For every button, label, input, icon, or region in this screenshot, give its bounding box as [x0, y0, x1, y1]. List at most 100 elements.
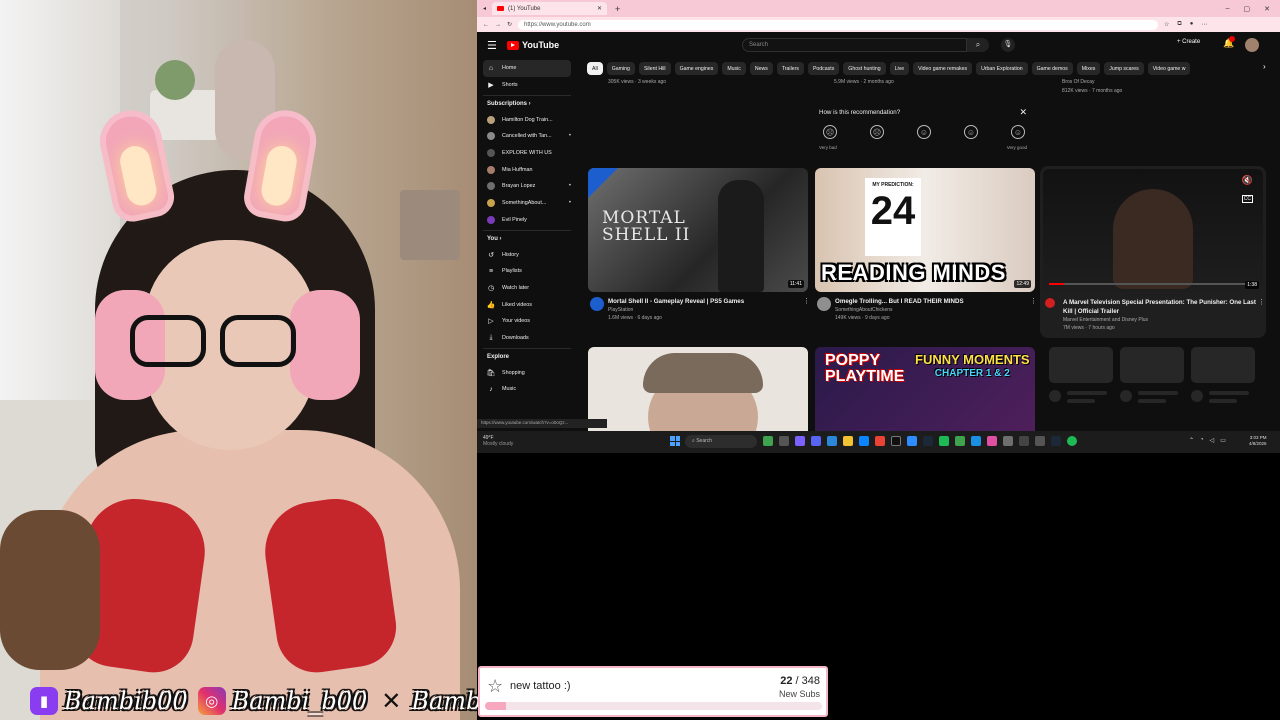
steam-icon[interactable]	[923, 436, 933, 446]
new-tab-icon[interactable]: +	[615, 4, 620, 14]
video-thumbnail[interactable]: MY PREDICTION: 24 READING MINDS 12:49	[815, 168, 1035, 292]
sidebar-sub-1[interactable]: Hamilton Dog Train...	[483, 111, 571, 128]
app-icon[interactable]	[763, 436, 773, 446]
app-icon[interactable]	[987, 436, 997, 446]
taskbar-search[interactable]: ⌕ Search	[685, 435, 757, 448]
taskbar-clock[interactable]: 3:03 PM 4/8/2026	[1249, 435, 1267, 447]
spotify-icon[interactable]	[1067, 436, 1077, 446]
chip-music[interactable]: Music	[722, 62, 746, 75]
browser-menu-icon[interactable]: ⋯	[1201, 21, 1207, 28]
address-bar[interactable]: https://www.youtube.com	[518, 19, 1159, 30]
more-options-icon[interactable]: ⋮	[1258, 298, 1265, 306]
reload-icon[interactable]: ↻	[507, 21, 512, 28]
app-icon[interactable]	[795, 436, 805, 446]
chip-podcasts[interactable]: Podcasts	[807, 62, 840, 75]
sidebar-section-subscriptions[interactable]: Subscriptions ›	[483, 95, 571, 111]
account-avatar[interactable]	[1245, 38, 1259, 52]
sidebar-sub-3[interactable]: EXPLORE WITH US	[483, 145, 571, 162]
video-card[interactable]: MORTAL SHELL II 11:41 Mortal Shell II - …	[588, 168, 810, 322]
video-card[interactable]: MY PREDICTION: 24 READING MINDS 12:49 Om…	[815, 168, 1037, 322]
close-icon[interactable]: ✕	[1019, 107, 1027, 118]
chip-trailers[interactable]: Trailers	[776, 62, 804, 75]
sidebar-item-music[interactable]: ♪ Music	[483, 381, 571, 398]
search-button[interactable]: ⌕	[967, 38, 989, 52]
sidebar-sub-5[interactable]: Brayan Lopez •	[483, 178, 571, 195]
chip-silent-hill[interactable]: Silent Hill	[638, 62, 671, 75]
video-thumbnail[interactable]: MORTAL SHELL II 11:41	[588, 168, 808, 292]
chip-ghost-hunting[interactable]: Ghost hunting	[843, 62, 886, 75]
sidebar-item-liked[interactable]: 👍 Liked videos	[483, 296, 571, 313]
chip-video-game-w[interactable]: Video game w	[1147, 62, 1191, 75]
back-icon[interactable]: ←	[483, 22, 489, 28]
video-title[interactable]: A Marvel Television Special Presentation…	[1063, 298, 1263, 316]
app-icon[interactable]	[1003, 436, 1013, 446]
sidebar-sub-4[interactable]: Mia Huffman	[483, 161, 571, 178]
chip-game-engines[interactable]: Game engines	[674, 62, 719, 75]
chip-jump-scares[interactable]: Jump scares	[1104, 62, 1144, 75]
neutral-face-icon[interactable]: ☺	[917, 125, 931, 139]
sidebar-item-home[interactable]: ⌂ Home	[483, 60, 571, 77]
tiktok-icon[interactable]	[891, 436, 901, 446]
video-title[interactable]: Mortal Shell II - Gameplay Reveal | PS5 …	[608, 297, 808, 306]
folder-icon[interactable]	[843, 436, 853, 446]
profile-icon[interactable]: ●	[1190, 21, 1194, 28]
sidebar-item-downloads[interactable]: ⤓ Downloads	[483, 330, 571, 347]
battery-icon[interactable]: ▭	[1220, 437, 1226, 444]
discord-icon[interactable]	[811, 436, 821, 446]
chips-next-icon[interactable]: ›	[1263, 62, 1266, 71]
close-window-icon[interactable]: ✕	[1264, 5, 1270, 13]
channel-avatar[interactable]	[590, 297, 604, 311]
more-options-icon[interactable]: ⋮	[1030, 297, 1037, 305]
app-icon[interactable]	[907, 436, 917, 446]
video-channel[interactable]: Marvel Entertainment and Disney Plus	[1063, 316, 1263, 324]
chip-video-game-remakes[interactable]: Video game remakes	[913, 62, 973, 75]
video-title[interactable]: Omegle Trolling... But I READ THEIR MIND…	[835, 297, 1035, 306]
video-preview[interactable]: 🔇 CC 1:38	[1043, 169, 1263, 293]
app-icon[interactable]	[1035, 436, 1045, 446]
chip-news[interactable]: News	[749, 62, 773, 75]
video-card-hovered[interactable]: 🔇 CC 1:38 A Marvel Television Special Pr…	[1040, 166, 1266, 338]
extensions-icon[interactable]: ⧉	[1177, 21, 1181, 28]
very-bad-face-icon[interactable]: ☹	[823, 125, 837, 139]
app-icon[interactable]	[859, 436, 869, 446]
chip-game-demos[interactable]: Game demos	[1031, 62, 1073, 75]
tray-chevron-icon[interactable]: ⌃	[1189, 437, 1194, 444]
sidebar-item-your-videos[interactable]: ▷ Your videos	[483, 313, 571, 330]
wifi-icon[interactable]: ◔	[1200, 437, 1204, 444]
sidebar-sub-7[interactable]: Evil Pinely	[483, 212, 571, 229]
more-options-icon[interactable]: ⋮	[803, 297, 810, 305]
notifications-button[interactable]: 🔔	[1223, 36, 1235, 49]
channel-avatar[interactable]	[817, 297, 831, 311]
sidebar-item-history[interactable]: ↺ History	[483, 246, 571, 263]
chip-gaming[interactable]: Gaming	[606, 62, 635, 75]
video-channel[interactable]: PlayStation	[608, 306, 808, 314]
app-icon[interactable]	[827, 436, 837, 446]
maximize-icon[interactable]: ▢	[1244, 5, 1251, 13]
chip-urban-exploration[interactable]: Urban Exploration	[976, 62, 1028, 75]
youtube-logo[interactable]: YouTube	[507, 40, 559, 50]
edge-icon[interactable]	[971, 436, 981, 446]
browser-tab[interactable]: (1) YouTube ✕	[492, 2, 608, 15]
app-icon[interactable]	[1019, 436, 1029, 446]
minimize-icon[interactable]: –	[1226, 5, 1230, 13]
windows-start-icon[interactable]	[670, 436, 680, 446]
bookmark-icon[interactable]: ☆	[1164, 21, 1169, 28]
captions-icon[interactable]: CC	[1241, 195, 1253, 203]
app-icon[interactable]	[939, 436, 949, 446]
sidebar-item-shorts[interactable]: ▶ Shorts	[483, 77, 571, 94]
app-icon[interactable]	[1051, 436, 1061, 446]
mute-icon[interactable]: 🔇	[1242, 175, 1253, 186]
bad-face-icon[interactable]: ☹	[870, 125, 884, 139]
channel-avatar[interactable]	[1045, 298, 1055, 308]
sidebar-item-playlists[interactable]: ≡ Playlists	[483, 263, 571, 280]
sidebar-sub-6[interactable]: SomethingAbout... •	[483, 195, 571, 212]
sidebar-item-watch-later[interactable]: ◷ Watch later	[483, 280, 571, 297]
close-tab-icon[interactable]: ✕	[597, 5, 602, 12]
chip-all[interactable]: All	[587, 62, 603, 75]
sidebar-item-shopping[interactable]: 🛍 Shopping	[483, 364, 571, 381]
forward-icon[interactable]: →	[495, 22, 501, 28]
preview-progress[interactable]	[1049, 283, 1257, 285]
weather-widget[interactable]: 49°F Mostly cloudy	[483, 435, 513, 447]
voice-search-button[interactable]: 🎙	[1001, 38, 1015, 52]
search-input[interactable]: Search	[742, 38, 967, 52]
